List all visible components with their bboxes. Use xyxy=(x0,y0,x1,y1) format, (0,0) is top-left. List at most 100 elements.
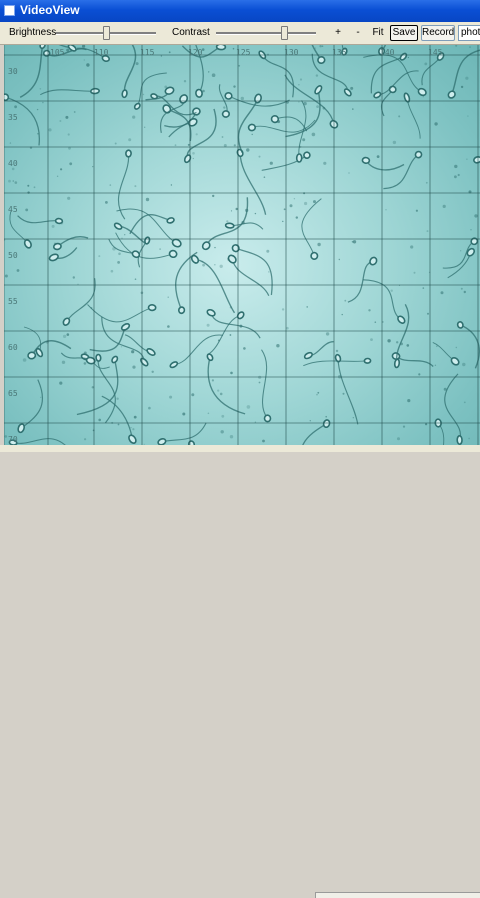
speckle xyxy=(316,394,318,396)
speckle xyxy=(169,51,171,53)
speckle xyxy=(192,152,195,155)
microscope-video-view[interactable]: 1051101151201251301351401453035404550556… xyxy=(4,45,480,445)
speckle xyxy=(69,162,72,165)
speckle xyxy=(286,327,289,330)
speckle xyxy=(221,430,224,433)
speckle xyxy=(124,234,125,235)
record-button[interactable]: Record xyxy=(421,25,455,41)
cell-tail xyxy=(130,215,171,234)
cell-tail xyxy=(208,315,240,354)
speckle xyxy=(17,269,20,272)
speckle xyxy=(52,225,55,228)
speckle xyxy=(152,371,154,373)
cell-tail xyxy=(162,423,206,442)
left-tick-label: 60 xyxy=(8,343,18,352)
horizontal-scrollbar[interactable] xyxy=(315,892,480,898)
left-tick-label: 45 xyxy=(8,205,18,214)
speckle xyxy=(461,288,463,290)
cell-head xyxy=(62,317,71,326)
cell-tail xyxy=(208,357,245,414)
top-tick-label: 145 xyxy=(428,48,442,57)
speckle xyxy=(352,108,354,110)
cell-head xyxy=(206,353,214,361)
cell-head xyxy=(323,419,331,428)
cell-tail xyxy=(57,237,88,247)
save-button[interactable]: Save xyxy=(390,25,418,41)
cell-head xyxy=(364,358,371,363)
speckle xyxy=(323,162,326,165)
speckle xyxy=(339,259,340,260)
cell-head xyxy=(195,89,202,97)
left-tick-label: 30 xyxy=(8,67,18,76)
speckle xyxy=(233,85,235,87)
speckle xyxy=(136,62,139,65)
speckle xyxy=(336,350,338,352)
contrast-slider[interactable] xyxy=(216,26,316,40)
speckle xyxy=(132,366,135,369)
left-tick-label: 40 xyxy=(8,159,18,168)
speckle xyxy=(161,55,162,56)
cell-head xyxy=(114,222,123,230)
brightness-slider-thumb[interactable] xyxy=(103,26,110,40)
cell-tail xyxy=(20,45,42,97)
speckle xyxy=(238,65,240,67)
cell-tail xyxy=(262,55,293,98)
speckle xyxy=(464,291,466,293)
speckle xyxy=(182,413,185,416)
cell-head xyxy=(222,110,230,117)
speckle xyxy=(105,201,108,204)
cell-tail xyxy=(300,424,326,445)
speckle xyxy=(143,94,144,95)
speckle xyxy=(466,159,467,160)
cell-head xyxy=(111,355,119,363)
speckle xyxy=(353,240,356,243)
speckle xyxy=(348,172,349,173)
fit-button[interactable]: Fit xyxy=(369,25,387,41)
zoom-out-button[interactable]: - xyxy=(350,25,366,41)
brightness-slider[interactable] xyxy=(56,26,156,40)
speckle xyxy=(259,382,261,384)
cell-head xyxy=(466,247,476,257)
speckle xyxy=(441,291,444,294)
speckle xyxy=(98,255,100,257)
speckle xyxy=(74,111,76,113)
cell-head xyxy=(178,94,188,105)
speckle xyxy=(184,80,186,82)
cell-tail xyxy=(407,98,420,139)
speckle xyxy=(290,204,293,207)
speckle xyxy=(222,136,224,138)
cell-tail xyxy=(371,57,403,94)
speckle xyxy=(353,417,354,418)
speckle xyxy=(467,115,468,116)
zoom-in-button[interactable]: + xyxy=(330,25,346,41)
filename-input[interactable]: photo xyxy=(458,25,480,41)
cell-head xyxy=(190,254,199,264)
speckle xyxy=(208,413,210,415)
contrast-slider-thumb[interactable] xyxy=(281,26,288,40)
speckle xyxy=(73,276,75,278)
cell-tail xyxy=(90,327,126,351)
cell-head xyxy=(169,361,178,369)
cell-head xyxy=(96,354,101,361)
speckle xyxy=(132,428,134,430)
speckle xyxy=(60,168,62,170)
cell-head xyxy=(369,256,378,266)
speckle xyxy=(468,438,470,440)
speckle xyxy=(319,45,321,47)
cell-head xyxy=(317,56,325,64)
speckle xyxy=(27,185,29,187)
cell-head xyxy=(140,357,149,367)
speckle xyxy=(15,181,18,184)
cell-head xyxy=(217,45,226,50)
contrast-label: Contrast xyxy=(172,27,210,38)
cell-head xyxy=(227,254,237,264)
cell-tail xyxy=(174,335,223,365)
cell-head xyxy=(134,103,141,111)
speckle xyxy=(135,278,137,280)
cell-tail xyxy=(240,153,266,215)
cell-head xyxy=(148,305,155,311)
cell-head xyxy=(122,90,128,98)
speckle xyxy=(134,185,136,187)
title-bar: VideoView xyxy=(0,0,480,22)
speckle xyxy=(300,78,302,80)
